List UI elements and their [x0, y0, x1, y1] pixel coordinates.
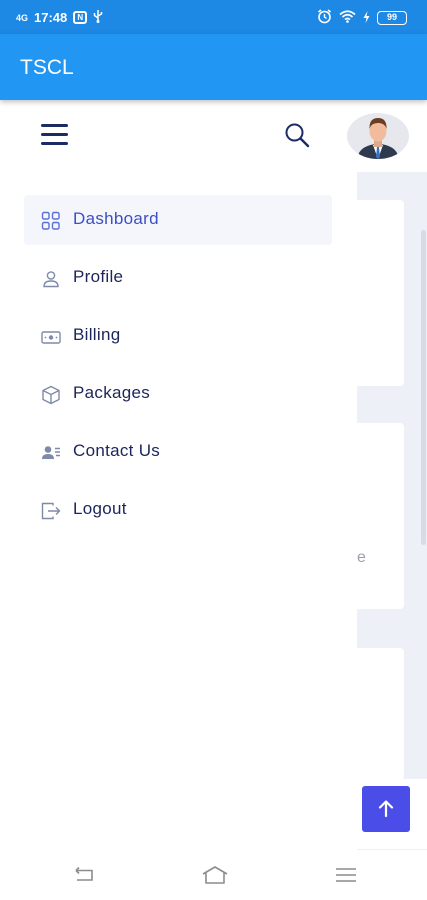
menu-item-profile[interactable]: Profile [24, 253, 332, 303]
nav-recents-button[interactable] [334, 864, 358, 886]
menu-item-label: Dashboard [73, 209, 159, 228]
status-bar: 4G 17:48 N 99 [0, 0, 427, 34]
menu-item-contact-us[interactable]: Contact Us [24, 427, 332, 477]
contact-icon [41, 443, 61, 463]
user-icon [41, 269, 61, 289]
scrollbar[interactable] [421, 230, 426, 545]
menu-item-label: Profile [73, 267, 124, 286]
app-title: TSCL [20, 56, 74, 79]
app-bar: TSCL [0, 34, 427, 100]
dashboard-grid-icon [41, 211, 61, 231]
menu-item-label: Packages [73, 383, 151, 402]
avatar[interactable] [347, 113, 409, 159]
wifi-icon [339, 10, 356, 26]
package-box-icon [41, 385, 61, 405]
home-icon [202, 866, 228, 884]
menu-item-dashboard[interactable]: Dashboard [24, 195, 332, 245]
billing-card-icon [41, 327, 61, 347]
partial-text: e [357, 549, 366, 566]
search-icon [285, 123, 310, 148]
hamburger-line [41, 124, 68, 127]
hamburger-line [41, 142, 68, 145]
hamburger-line [41, 133, 68, 136]
menu-item-packages[interactable]: Packages [24, 369, 332, 419]
usb-icon [93, 9, 103, 26]
arrow-up-icon [378, 800, 394, 818]
back-icon [75, 866, 93, 881]
status-time: 17:48 [34, 10, 68, 25]
search-button[interactable] [283, 121, 311, 149]
alarm-icon [317, 9, 332, 27]
scroll-to-top-button[interactable] [362, 786, 410, 832]
charging-icon [363, 10, 370, 26]
nav-home-button[interactable] [201, 864, 229, 886]
nav-back-button[interactable] [72, 864, 96, 886]
logout-icon [41, 501, 61, 521]
menu-item-label: Logout [73, 499, 127, 518]
menu-item-label: Contact Us [73, 441, 161, 460]
menu-item-label: Billing [73, 325, 121, 344]
system-nav-bar [0, 850, 427, 900]
menu-item-billing[interactable]: Billing [24, 311, 332, 361]
menu-item-logout[interactable]: Logout [24, 485, 332, 535]
menu-lines-icon [336, 868, 356, 882]
navigation-drawer: Dashboard Profile Billing Packages Conta… [0, 172, 357, 850]
battery-indicator: 99 [377, 11, 407, 25]
notification-badge-icon: N [73, 11, 88, 24]
signal-indicator: 4G [16, 12, 29, 23]
menu-toggle-button[interactable] [41, 122, 69, 146]
